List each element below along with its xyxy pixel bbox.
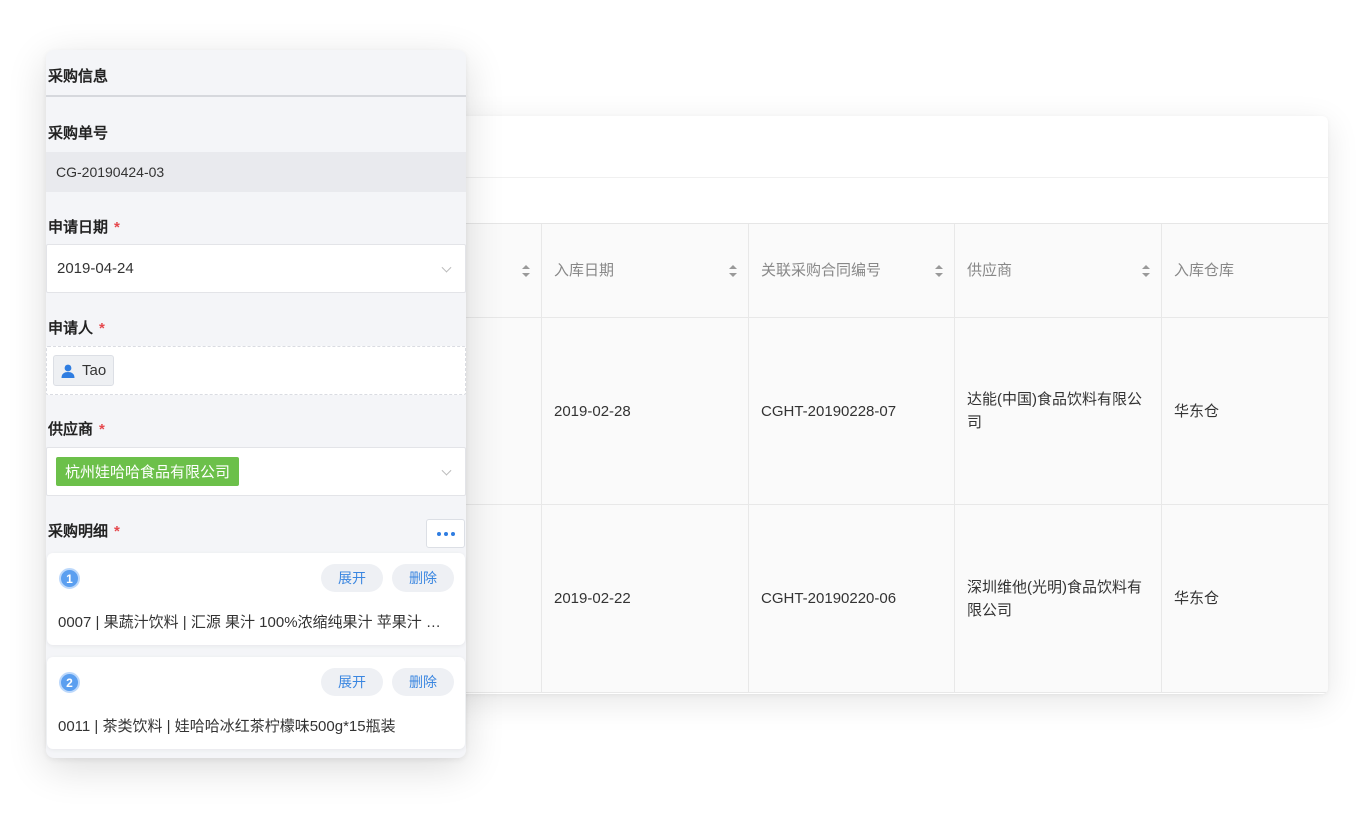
more-dot [450, 531, 455, 536]
required-mark: * [114, 219, 120, 236]
supplier-tag[interactable]: 杭州娃哈哈食品有限公司 [56, 457, 240, 486]
section-divider [46, 95, 466, 97]
applicant-tag[interactable]: Tao [53, 355, 115, 386]
expand-button[interactable]: 展开 [321, 564, 383, 592]
table-cell-warehouse: 华东仓 [1174, 402, 1220, 420]
table-cell-contract: CGHT-20190228-07 [749, 318, 955, 504]
column-header-supplier[interactable]: 供应商 [955, 224, 1162, 317]
table-cell-supplier: 深圳维他(光明)食品饮料有限公司 [955, 505, 1162, 692]
sort-icon[interactable] [522, 264, 530, 277]
item-number-badge: 1 [59, 568, 80, 589]
expand-button[interactable]: 展开 [321, 668, 383, 696]
sort-icon[interactable] [935, 264, 943, 277]
column-header-warehouse[interactable]: 入库仓库 [1162, 224, 1328, 317]
column-header-label: 入库日期 [554, 262, 615, 279]
detail-item: 2 展开 删除 0011 | 茶类饮料 | 娃哈哈冰红茶柠檬味500g*15瓶装 [47, 657, 465, 749]
item-number-badge: 2 [59, 672, 80, 693]
delete-button[interactable]: 删除 [392, 564, 454, 592]
user-icon [61, 364, 75, 378]
more-dot [436, 531, 441, 536]
required-mark: * [99, 421, 105, 438]
more-dot [443, 531, 448, 536]
section-title: 采购信息 [48, 68, 109, 85]
date-picker[interactable]: 2019-04-24 [46, 244, 466, 293]
sort-icon[interactable] [1142, 264, 1150, 277]
column-header-inbound-date[interactable]: 入库日期 [542, 224, 749, 317]
column-header-label: 供应商 [967, 262, 1013, 279]
required-mark: * [114, 523, 120, 540]
supplier-label: 供应商 * [48, 421, 105, 438]
table-toolbar [440, 116, 1328, 178]
required-mark: * [99, 320, 105, 337]
table-cell-contract: CGHT-20190220-06 [749, 505, 955, 692]
more-options-button[interactable] [426, 519, 465, 548]
delete-button[interactable]: 删除 [392, 668, 454, 696]
order-no-label: 采购单号 [48, 125, 109, 142]
chevron-down-icon [441, 262, 452, 273]
table-cell-date: 2019-02-28 [542, 318, 749, 504]
detail-item-text: 0007 | 果蔬汁饮料 | 汇源 果汁 100%浓缩纯果汁 苹果汁 1L*6瓶 [58, 614, 446, 631]
table-subbar [440, 178, 1328, 224]
table-cell-supplier: 达能(中国)食品饮料有限公司 [955, 318, 1162, 504]
applicant-field[interactable]: Tao [46, 346, 466, 395]
supplier-select[interactable]: 杭州娃哈哈食品有限公司 [46, 447, 466, 496]
detail-item: 1 展开 删除 0007 | 果蔬汁饮料 | 汇源 果汁 100%浓缩纯果汁 苹… [47, 553, 465, 645]
table-row[interactable]: 2-08 2019-02-22 CGHT-20190220-06 深圳维他(光明… [440, 505, 1328, 693]
sort-icon[interactable] [729, 264, 737, 277]
column-header-label: 关联采购合同编号 [761, 262, 882, 279]
table-header-row: 入库日期 关联采购合同编号 供应商 入库仓库 [440, 224, 1328, 318]
table-row[interactable]: 3-10 2019-02-28 CGHT-20190228-07 达能(中国)食… [440, 318, 1328, 505]
date-label: 申请日期 * [48, 219, 120, 236]
column-header-contract-no[interactable]: 关联采购合同编号 [749, 224, 955, 317]
data-table: 入库日期 关联采购合同编号 供应商 入库仓库 3-10 2019-02-28 C… [440, 224, 1328, 693]
purchase-table-card: 入库日期 关联采购合同编号 供应商 入库仓库 3-10 2019-02-28 C… [440, 116, 1328, 694]
detail-label: 采购明细 * [48, 523, 120, 540]
purchase-form-panel: 采购信息 采购单号 CG-20190424-03 申请日期 * 2019-04-2… [46, 50, 466, 758]
detail-item-text: 0011 | 茶类饮料 | 娃哈哈冰红茶柠檬味500g*15瓶装 [58, 718, 396, 735]
table-cell-warehouse: 华东仓 [1174, 590, 1220, 607]
chevron-down-icon [441, 465, 452, 476]
table-cell-date: 2019-02-22 [542, 505, 749, 692]
applicant-label: 申请人 * [48, 320, 105, 337]
order-no-field: CG-20190424-03 [46, 152, 466, 192]
column-header-label: 入库仓库 [1174, 262, 1235, 279]
